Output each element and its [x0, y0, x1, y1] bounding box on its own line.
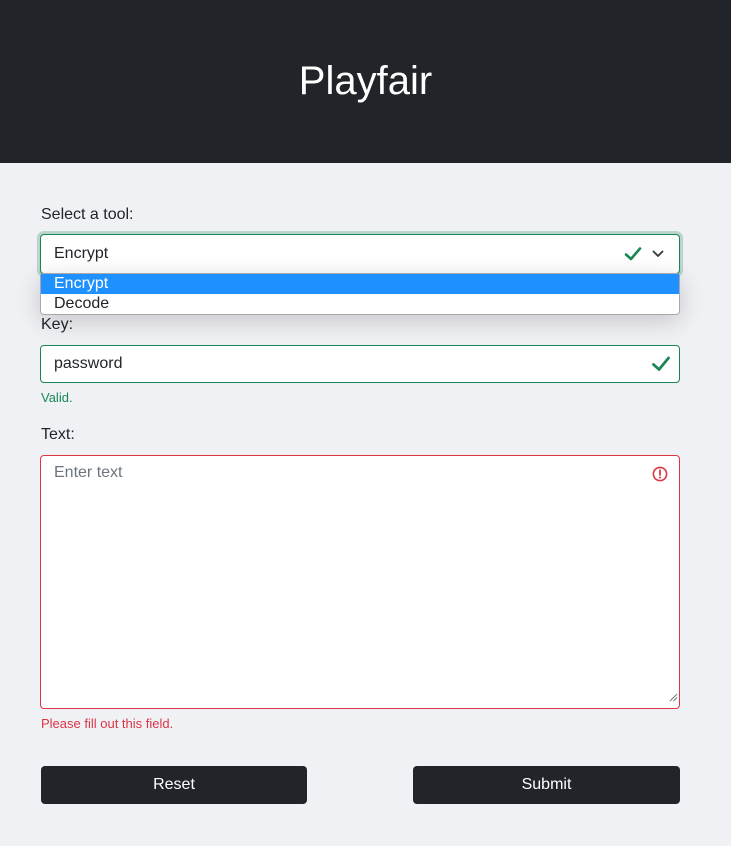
option-encrypt[interactable]: Encrypt [41, 274, 679, 294]
tool-select-label: Select a tool: [41, 206, 134, 223]
key-input[interactable] [41, 346, 679, 382]
option-decode[interactable]: Decode [41, 294, 679, 314]
chevron-down-icon [651, 247, 665, 266]
text-field[interactable] [40, 455, 680, 709]
exclamation-circle-icon [652, 466, 668, 487]
key-label: Key: [41, 316, 74, 333]
check-icon [651, 354, 671, 379]
reset-button[interactable]: Reset [41, 766, 307, 804]
check-icon [624, 245, 642, 268]
tool-select-dropdown: Encrypt Decode [40, 273, 680, 315]
submit-button[interactable]: Submit [413, 766, 680, 804]
text-input[interactable] [41, 456, 679, 708]
resize-grip-icon[interactable] [668, 689, 678, 707]
text-label: Text: [41, 426, 75, 443]
tool-select[interactable]: Encrypt [40, 234, 680, 274]
key-valid-feedback: Valid. [41, 390, 73, 405]
tool-select-value: Encrypt [54, 245, 109, 262]
page-header: Playfair [0, 0, 731, 163]
key-field[interactable] [40, 345, 680, 383]
text-invalid-feedback: Please fill out this field. [41, 716, 174, 731]
page-title: Playfair [298, 59, 433, 103]
